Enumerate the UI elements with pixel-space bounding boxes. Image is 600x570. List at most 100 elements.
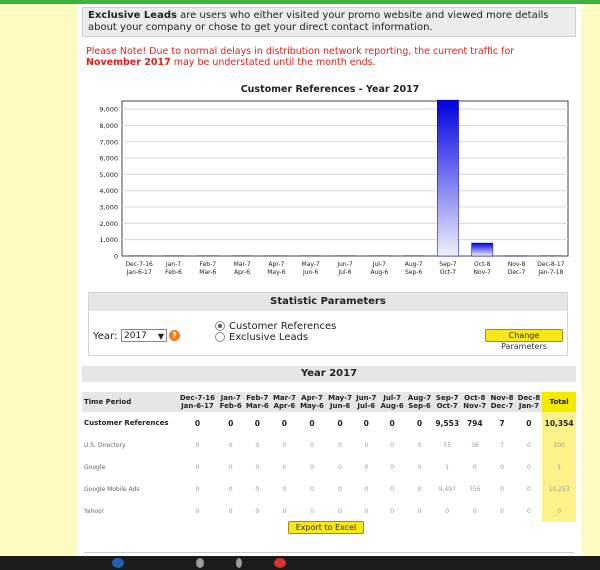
x-tick-label: Dec-7 <box>508 269 526 276</box>
table-cell: 0 <box>416 418 423 428</box>
header-line: Sep-6 <box>408 402 431 410</box>
table-cell: 7 <box>500 441 504 449</box>
table-cell: 0 <box>338 463 342 471</box>
table-cell: 0 <box>228 441 233 449</box>
y-tick-label: 8,000 <box>99 122 118 130</box>
y-tick-label: 2,000 <box>99 220 118 228</box>
x-tick-label: May-7 <box>302 261 320 268</box>
header-line: Oct-8 <box>464 394 486 402</box>
table-cell: 0 <box>255 441 260 449</box>
radio-customer-references[interactable]: Customer References <box>215 321 336 332</box>
table-cell: 0 <box>195 507 200 515</box>
x-tick-label: Oct-8 <box>474 261 491 268</box>
year-select[interactable]: 2017 ▼ <box>121 329 167 342</box>
table-cell: 38 <box>470 441 479 449</box>
column-header: Jul-7 Aug-6 <box>378 392 406 412</box>
table-row: U.S. Directory 0 0 0 0 0 0 0 0 0 55 38 7 0 100 <box>82 434 576 456</box>
statistics-table-section: Year 2017 Time Period Dec-7-16 Jan-6-17 Jan… <box>82 366 576 522</box>
header-line: Jul-6 <box>357 402 376 410</box>
right-margin <box>582 4 600 556</box>
x-tick-label: Aug-7 <box>405 261 423 268</box>
table-cell: 0 <box>500 507 504 515</box>
left-margin <box>0 4 72 556</box>
help-icon[interactable]: ? <box>169 330 180 341</box>
x-tick-label: Jun-6 <box>302 269 319 276</box>
x-tick-label: Aug-6 <box>370 269 388 276</box>
radio-exclusive-leads-label: Exclusive Leads <box>229 332 309 343</box>
report-panel: Exclusive Leads are users who either vis… <box>78 4 582 556</box>
bar <box>231 255 253 256</box>
header-line: Jun-6 <box>329 402 351 410</box>
table-cell: 0 <box>364 485 369 493</box>
table-cell: 0 <box>228 463 233 471</box>
app-icon[interactable] <box>112 558 124 568</box>
header-line: Mar-6 <box>245 402 269 410</box>
statistics-table: Time Period Dec-7-16 Jan-6-17 Jan-7 Feb-6 Feb… <box>82 392 576 522</box>
table-cell: 0 <box>417 441 422 449</box>
app-icon[interactable] <box>236 558 242 568</box>
bar <box>402 255 425 256</box>
table-cell: 0 <box>195 463 200 471</box>
x-tick-label: Jan-7 <box>165 261 181 268</box>
table-cell: 9,497 <box>438 485 456 493</box>
row-label: U.S. Directory <box>84 441 126 449</box>
table-cell: 55 <box>443 441 452 449</box>
x-tick-label: Mar-7 <box>234 261 251 268</box>
table-cell: 0 <box>417 463 422 471</box>
column-header: Oct-8 Nov-7 <box>461 392 489 412</box>
table-cell: 0 <box>282 485 287 493</box>
table-cell: 0 <box>417 507 422 515</box>
plot-area <box>121 100 569 257</box>
x-tick-label: Nov-8 <box>508 261 526 268</box>
x-tick-label: Apr-7 <box>268 261 284 268</box>
x-tick-label: Sep-7 <box>439 261 456 268</box>
header-line: Total <box>549 398 569 406</box>
x-tick-label: Nov-7 <box>473 269 491 276</box>
note-highlight: November 2017 <box>86 57 171 68</box>
header-line: Jun-7 <box>356 394 377 402</box>
bar <box>334 255 356 256</box>
total-cell: 10,253 <box>542 478 576 500</box>
row-label: Yahoo! <box>84 507 105 515</box>
x-tick-label: Jul-7 <box>372 261 386 268</box>
radio-exclusive-leads[interactable]: Exclusive Leads <box>215 332 308 343</box>
header-line: Aug-7 <box>407 394 432 402</box>
bar <box>540 255 562 256</box>
x-tick-label: Jun-7 <box>336 261 353 268</box>
table-cell: 9,553 <box>435 418 460 428</box>
header-line: Jan-7 <box>220 394 241 402</box>
note-suffix: may be understated until the month ends. <box>170 57 376 68</box>
table-cell: 0 <box>338 507 342 515</box>
x-tick-label: May-6 <box>267 269 285 276</box>
table-row: Google Mobile Ads 0 0 0 0 0 0 0 0 0 9,497 756 0 0 10,2… <box>82 478 576 500</box>
table-cell: 0 <box>255 463 260 471</box>
statistic-parameters-panel: Statistic Parameters Year: 2017 ▼ ? Custo… <box>88 292 568 356</box>
table-cell: 0 <box>228 507 233 515</box>
y-tick-label: 9,000 <box>99 106 118 114</box>
header-line: Jul-7 <box>383 394 401 402</box>
footer-divider <box>84 552 574 553</box>
table-cell: 1 <box>445 463 450 471</box>
y-tick-label: 1,000 <box>99 236 118 244</box>
column-header: Feb-7 Mar-6 <box>243 392 271 412</box>
table-cell: 0 <box>500 485 504 493</box>
header-line: Sep-7 <box>435 394 459 402</box>
total-cell: 10,354 <box>542 412 576 434</box>
table-cell: 0 <box>195 485 200 493</box>
app-icon[interactable] <box>196 558 204 568</box>
table-row: Google 0 0 0 0 0 0 0 0 0 1 0 0 0 1 <box>82 456 576 478</box>
table-cell: 0 <box>310 485 314 493</box>
table-cell: 0 <box>363 418 369 428</box>
x-tick-label: Feb-7 <box>199 261 216 268</box>
table-row: Yahoo! 0 0 0 0 0 0 0 0 0 0 0 0 0 0 <box>82 500 576 522</box>
export-to-excel-button[interactable]: Export to Excel <box>288 521 364 534</box>
app-icon[interactable] <box>274 558 286 568</box>
change-parameters-button[interactable]: Change Parameters <box>485 329 563 351</box>
bar <box>265 255 288 256</box>
bar <box>471 242 494 257</box>
total-cell: 1 <box>542 456 576 478</box>
table-cell: 0 <box>390 507 395 515</box>
table-cell: 0 <box>310 507 314 515</box>
header-line: Nov-8 <box>490 394 514 402</box>
column-header: Dec-8 Jan-7 <box>515 392 543 412</box>
